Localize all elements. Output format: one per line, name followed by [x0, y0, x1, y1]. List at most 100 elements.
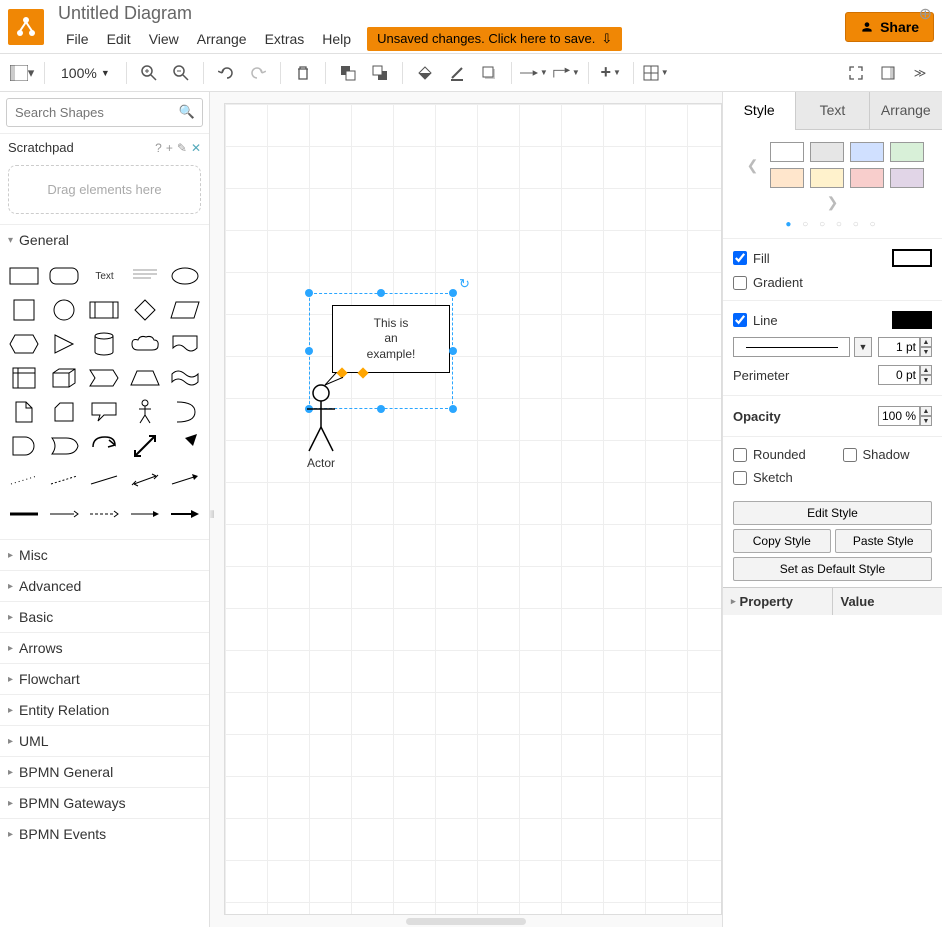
menu-view[interactable]: View	[141, 27, 187, 51]
page-title[interactable]: Untitled Diagram	[58, 3, 845, 24]
line-checkbox[interactable]	[733, 313, 747, 327]
fill-checkbox[interactable]	[733, 251, 747, 265]
shape-internal-storage[interactable]	[6, 363, 42, 393]
shape-and[interactable]	[6, 431, 42, 461]
shadow-button[interactable]	[475, 59, 503, 87]
fill-color-picker[interactable]	[892, 249, 932, 267]
zoom-dropdown[interactable]: 100%▼	[53, 61, 118, 85]
line-width-up[interactable]: ▲	[920, 337, 932, 347]
paste-style-button[interactable]: Paste Style	[835, 529, 933, 553]
line-color-picker[interactable]	[892, 311, 932, 329]
resize-handle-w[interactable]	[305, 347, 313, 355]
opacity-spinner[interactable]: ▲▼	[878, 406, 932, 426]
scratchpad-close-icon[interactable]: ✕	[191, 141, 201, 155]
canvas-actor-shape[interactable]	[303, 373, 343, 459]
resize-handle-nw[interactable]	[305, 289, 313, 297]
sketch-checkbox[interactable]	[733, 471, 747, 485]
rounded-checkbox[interactable]	[733, 448, 747, 462]
shape-square[interactable]	[6, 295, 42, 325]
shape-line-dotted[interactable]	[46, 465, 82, 495]
shape-card[interactable]	[46, 397, 82, 427]
opacity-up[interactable]: ▲	[920, 406, 932, 416]
swatch-5[interactable]	[770, 168, 804, 188]
shape-ellipse[interactable]	[167, 261, 203, 291]
perimeter-down[interactable]: ▼	[920, 375, 932, 385]
tab-arrange[interactable]: Arrange	[869, 92, 942, 129]
shape-bidirectional-arrow[interactable]	[127, 431, 163, 461]
tab-text[interactable]: Text	[795, 92, 868, 129]
category-uml[interactable]: UML	[0, 725, 209, 756]
menu-help[interactable]: Help	[314, 27, 359, 51]
shape-arrow-thick[interactable]	[167, 431, 203, 461]
canvas-scrollbar[interactable]	[406, 918, 526, 925]
to-back-button[interactable]	[366, 59, 394, 87]
shape-line-dashed[interactable]	[6, 465, 42, 495]
shape-document[interactable]	[167, 329, 203, 359]
shape-link-arrow-solid[interactable]	[127, 499, 163, 529]
shape-triangle[interactable]	[46, 329, 82, 359]
category-bpmn-general[interactable]: BPMN General	[0, 756, 209, 787]
opacity-down[interactable]: ▼	[920, 416, 932, 426]
resize-handle-n[interactable]	[377, 289, 385, 297]
menu-edit[interactable]: Edit	[99, 27, 139, 51]
app-logo[interactable]	[8, 9, 44, 45]
delete-button[interactable]	[289, 59, 317, 87]
globe-icon[interactable]: ⊕	[919, 4, 932, 24]
line-style-dropdown[interactable]	[733, 337, 850, 357]
shape-actor[interactable]	[127, 397, 163, 427]
category-bpmn-gateways[interactable]: BPMN Gateways	[0, 787, 209, 818]
shape-connector-bi[interactable]	[127, 465, 163, 495]
scratchpad-edit-icon[interactable]: ✎	[177, 141, 187, 155]
shape-curve[interactable]	[167, 397, 203, 427]
shape-step[interactable]	[86, 363, 122, 393]
shape-callout[interactable]	[86, 397, 122, 427]
perimeter-input[interactable]	[878, 365, 920, 385]
shape-cloud[interactable]	[127, 329, 163, 359]
line-width-spinner[interactable]: ▲▼	[878, 337, 932, 357]
category-general[interactable]: General	[0, 224, 209, 255]
shadow-checkbox[interactable]	[843, 448, 857, 462]
swatch-4[interactable]	[890, 142, 924, 162]
swatch-1[interactable]	[770, 142, 804, 162]
opacity-input[interactable]	[878, 406, 920, 426]
perimeter-up[interactable]: ▲	[920, 365, 932, 375]
shape-parallelogram[interactable]	[167, 295, 203, 325]
shape-note[interactable]	[6, 397, 42, 427]
shape-hexagon[interactable]	[6, 329, 42, 359]
shape-link-arrow-dashed[interactable]	[86, 499, 122, 529]
shape-process[interactable]	[86, 295, 122, 325]
default-style-button[interactable]: Set as Default Style	[733, 557, 932, 581]
fill-color-button[interactable]	[411, 59, 439, 87]
search-input[interactable]	[6, 98, 203, 127]
shape-line-solid[interactable]	[86, 465, 122, 495]
category-entity-relation[interactable]: Entity Relation	[0, 694, 209, 725]
insert-button[interactable]: +▼	[597, 59, 625, 87]
waypoint-button[interactable]: ▼	[552, 59, 580, 87]
collapse-button[interactable]: ≫	[906, 59, 934, 87]
resize-handle-se[interactable]	[449, 405, 457, 413]
connection-button[interactable]: ▼	[520, 59, 548, 87]
category-basic[interactable]: Basic	[0, 601, 209, 632]
shape-trapezoid[interactable]	[127, 363, 163, 393]
scratchpad-help-icon[interactable]: ?	[155, 141, 162, 155]
zoom-in-button[interactable]	[135, 59, 163, 87]
scratchpad-dropzone[interactable]: Drag elements here	[8, 165, 201, 214]
shape-diamond[interactable]	[127, 295, 163, 325]
property-table-header[interactable]: Property Value	[723, 587, 942, 615]
resize-handle-ne[interactable]	[449, 289, 457, 297]
menu-arrange[interactable]: Arrange	[189, 27, 255, 51]
shape-connector-arrow[interactable]	[167, 465, 203, 495]
shape-tape[interactable]	[167, 363, 203, 393]
swatch-7[interactable]	[850, 168, 884, 188]
shape-link-arrow-open[interactable]	[46, 499, 82, 529]
line-width-down[interactable]: ▼	[920, 347, 932, 357]
swatch-8[interactable]	[890, 168, 924, 188]
shape-text[interactable]: Text	[86, 261, 122, 291]
shape-link-arrow-bold[interactable]	[167, 499, 203, 529]
to-front-button[interactable]	[334, 59, 362, 87]
palette-pagination[interactable]: ● ○ ○ ○ ○ ○	[723, 215, 942, 238]
search-icon[interactable]: 🔍	[179, 104, 195, 120]
swatch-6[interactable]	[810, 168, 844, 188]
line-color-button[interactable]	[443, 59, 471, 87]
category-advanced[interactable]: Advanced	[0, 570, 209, 601]
